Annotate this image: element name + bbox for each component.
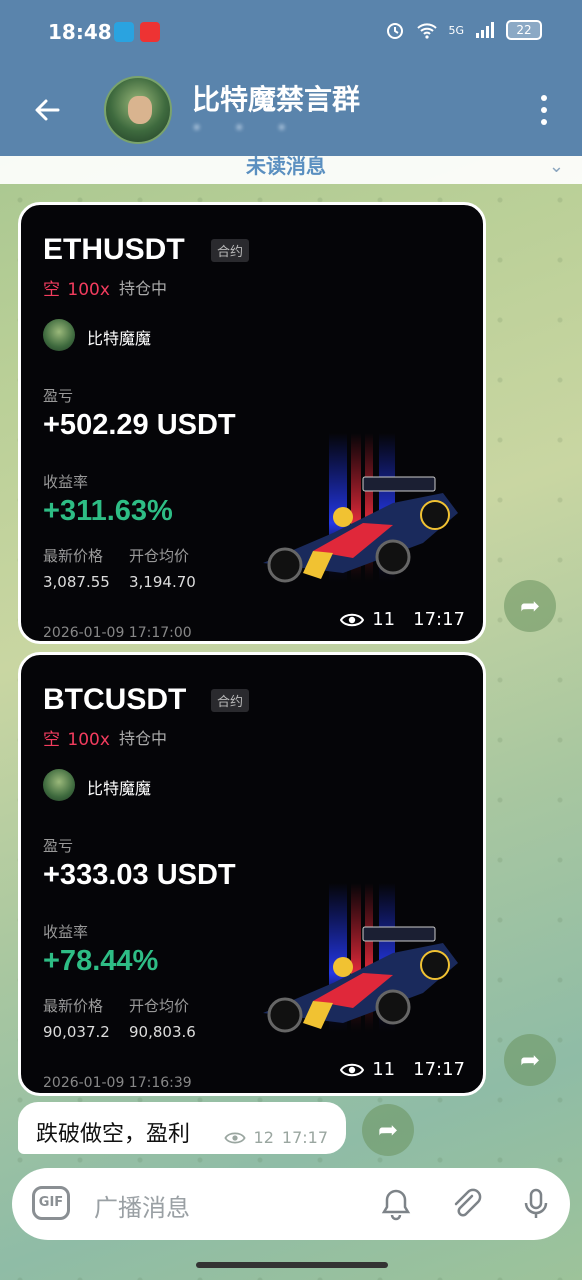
view-count: 12 <box>253 1128 274 1147</box>
message-meta: 12 17:17 <box>223 1128 328 1147</box>
entry-price-label: 开仓均价 <box>129 547 190 565</box>
telegram-icon <box>114 22 134 42</box>
toutiao-icon <box>140 22 160 42</box>
direction-badge: 空 100x <box>43 725 110 750</box>
share-icon: ➦ <box>519 592 541 620</box>
pnl-value: +502.29 USDT <box>43 409 236 441</box>
trader-name: 比特魔魔 <box>87 779 152 798</box>
forward-button[interactable]: ➦ <box>362 1104 414 1156</box>
symbol: BTCUSDT <box>43 683 187 716</box>
position-status: 持仓中 <box>119 279 168 298</box>
race-car-image <box>263 433 458 583</box>
chat-header: 比特魔禁言群 • • • <box>0 64 582 156</box>
direction: 空 <box>43 280 60 300</box>
battery-icon: 22 <box>506 20 542 40</box>
latest-price-label: 最新价格 <box>43 547 104 565</box>
message-composer[interactable]: GIF 广播消息 <box>12 1168 570 1240</box>
chat-subtitle: • • • <box>192 118 301 137</box>
eye-icon <box>340 613 365 626</box>
trader-name: 比特魔魔 <box>87 329 152 348</box>
entry-price: 90,803.6 <box>129 1023 196 1041</box>
message-input[interactable]: 广播消息 <box>94 1188 190 1223</box>
unread-banner[interactable]: 未读消息 ⌄ <box>0 156 582 184</box>
forward-button[interactable]: ➦ <box>504 1034 556 1086</box>
unread-label: 未读消息 <box>246 156 326 176</box>
view-count: 11 <box>372 1059 396 1080</box>
post-time: 17:17 <box>413 1059 465 1080</box>
message-bubble[interactable]: 跌破做空，盈利 12 17:17 <box>18 1102 346 1154</box>
microphone-icon[interactable] <box>518 1186 554 1222</box>
roi-value: +78.44% <box>43 945 159 977</box>
post-time: 17:17 <box>413 609 465 630</box>
chat-title[interactable]: 比特魔禁言群 <box>192 78 360 118</box>
leverage: 100x <box>67 730 110 750</box>
signal-icon <box>476 22 494 38</box>
eye-icon <box>340 1063 365 1076</box>
wifi-icon <box>417 23 438 39</box>
entry-price: 3,194.70 <box>129 573 196 591</box>
signal-label: 5G <box>448 23 464 37</box>
post-meta: 11 17:17 <box>340 609 465 630</box>
view-count: 11 <box>372 609 396 630</box>
more-vertical-icon[interactable] <box>534 92 554 128</box>
attach-icon[interactable] <box>448 1186 484 1222</box>
symbol: ETHUSDT <box>43 233 185 266</box>
trader-avatar <box>43 319 75 351</box>
position-card[interactable]: ETHUSDT 合约 空 100x 持仓中 比特魔魔 盈亏 +502.29 US… <box>18 202 486 644</box>
clock: 18:48 <box>48 20 112 44</box>
entry-price-label: 开仓均价 <box>129 997 190 1015</box>
position-card[interactable]: BTCUSDT 合约 空 100x 持仓中 比特魔魔 盈亏 +333.03 US… <box>18 652 486 1096</box>
share-icon: ➦ <box>377 1116 399 1144</box>
chevron-down-icon[interactable]: ⌄ <box>549 156 564 177</box>
leverage: 100x <box>67 280 110 300</box>
message-text: 跌破做空，盈利 <box>36 1122 191 1147</box>
forward-button[interactable]: ➦ <box>504 580 556 632</box>
race-car-image <box>263 883 458 1033</box>
eye-icon <box>223 1132 246 1143</box>
latest-price: 90,037.2 <box>43 1023 110 1041</box>
roi-label: 收益率 <box>43 473 89 491</box>
status-bar: 18:48 5G 22 <box>0 0 582 64</box>
latest-price-label: 最新价格 <box>43 997 104 1015</box>
pnl-label: 盈亏 <box>43 387 74 405</box>
pnl-value: +333.03 USDT <box>43 859 236 891</box>
latest-price: 3,087.55 <box>43 573 110 591</box>
roi-label: 收益率 <box>43 923 89 941</box>
gif-button[interactable]: GIF <box>32 1186 70 1220</box>
share-icon: ➦ <box>519 1046 541 1074</box>
timestamp: 2026-01-09 17:16:39 <box>43 1075 192 1091</box>
direction: 空 <box>43 730 60 750</box>
trader-avatar <box>43 769 75 801</box>
contract-tag: 合约 <box>211 689 250 712</box>
message-time: 17:17 <box>281 1128 328 1147</box>
contract-tag: 合约 <box>211 239 250 262</box>
position-status: 持仓中 <box>119 729 168 748</box>
post-meta: 11 17:17 <box>340 1059 465 1080</box>
roi-value: +311.63% <box>43 495 173 527</box>
alarm-icon <box>387 23 404 39</box>
home-indicator <box>196 1262 388 1268</box>
pnl-label: 盈亏 <box>43 837 74 855</box>
group-avatar[interactable] <box>104 76 172 144</box>
direction-badge: 空 100x <box>43 275 110 300</box>
arrow-left-icon[interactable] <box>28 90 68 130</box>
bell-icon[interactable] <box>378 1186 414 1222</box>
timestamp: 2026-01-09 17:17:00 <box>43 625 192 641</box>
